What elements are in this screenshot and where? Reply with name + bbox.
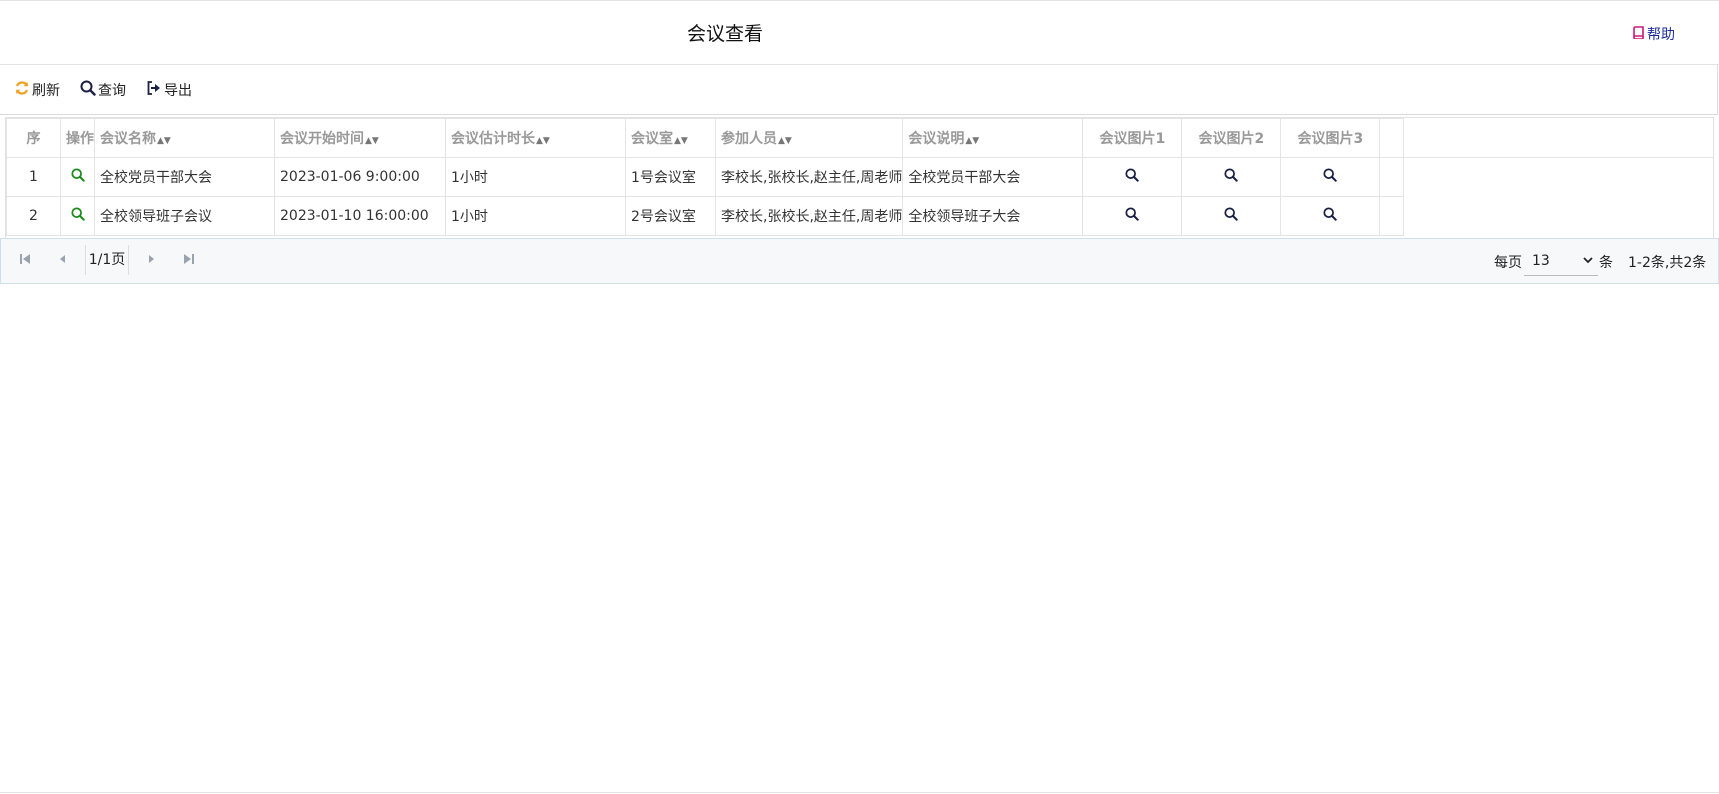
col-name[interactable]: 会议名称▲▼ bbox=[94, 118, 275, 158]
duration: 1小时 bbox=[445, 157, 626, 197]
last-page-button[interactable] bbox=[183, 252, 195, 269]
col-actions: 操作 bbox=[60, 118, 95, 158]
sort-icon[interactable]: ▲▼ bbox=[674, 136, 688, 146]
table-row: 1 全校党员干部大会 2023-01-06 9:00:00 1小时 1号会议室 … bbox=[6, 157, 1405, 197]
search-icon[interactable] bbox=[1323, 168, 1338, 182]
next-page-icon bbox=[149, 255, 154, 263]
col-start-time[interactable]: 会议开始时间▲▼ bbox=[274, 118, 446, 158]
sort-icon[interactable]: ▲▼ bbox=[965, 136, 979, 146]
page-header: 会议查看 帮助 bbox=[0, 1, 1719, 65]
col-image-1: 会议图片1 bbox=[1082, 118, 1183, 158]
per-page-unit: 条 bbox=[1599, 255, 1613, 271]
col-attendees[interactable]: 参加人员▲▼ bbox=[714, 118, 904, 158]
help-link[interactable]: 帮助 bbox=[1632, 24, 1675, 44]
export-icon bbox=[146, 80, 162, 100]
bottom-border bbox=[0, 792, 1719, 793]
duration: 1小时 bbox=[445, 196, 626, 236]
attendees: 李校长,张校长,赵主任,周老师 bbox=[714, 157, 904, 197]
search-icon[interactable] bbox=[1224, 207, 1239, 221]
pagination-bar: 1/1页 每页 13 条 1-2条,共2条 bbox=[0, 238, 1719, 284]
room: 1号会议室 bbox=[625, 157, 716, 197]
meeting-table: 序 操作 会议名称▲▼ 会议开始时间▲▼ 会议估计时长▲▼ 会议室▲▼ 参加人员… bbox=[6, 118, 1405, 236]
export-button[interactable]: 导出 bbox=[146, 80, 192, 100]
search-icon[interactable] bbox=[70, 168, 85, 182]
image-1-view[interactable] bbox=[1082, 157, 1183, 197]
meeting-name: 全校党员干部大会 bbox=[94, 157, 275, 197]
col-spacer bbox=[1379, 118, 1405, 158]
prev-page-button[interactable] bbox=[59, 252, 67, 269]
chevron-down-icon bbox=[1582, 247, 1594, 285]
refresh-label: 刷新 bbox=[32, 83, 60, 99]
page-title: 会议查看 bbox=[686, 23, 763, 45]
page-indicator: 1/1页 bbox=[85, 245, 129, 275]
attendees: 李校长,张校长,赵主任,周老师 bbox=[714, 196, 904, 236]
per-page-value: 13 bbox=[1532, 253, 1550, 269]
prev-page-icon bbox=[60, 255, 65, 263]
last-page-icon bbox=[184, 254, 194, 264]
image-3-view[interactable] bbox=[1280, 157, 1381, 197]
total-count: 1-2条,共2条 bbox=[1628, 255, 1707, 271]
view-button[interactable] bbox=[60, 196, 95, 236]
per-page-select[interactable]: 13 bbox=[1524, 247, 1598, 276]
sort-icon[interactable]: ▲▼ bbox=[536, 136, 550, 146]
meeting-name: 全校领导班子会议 bbox=[94, 196, 275, 236]
book-icon bbox=[1632, 25, 1644, 43]
query-button[interactable]: 查询 bbox=[80, 80, 126, 100]
toolbar: 刷新 查询 导出 bbox=[0, 64, 1718, 115]
grid-header-filler bbox=[1396, 118, 1713, 158]
search-icon[interactable] bbox=[1125, 168, 1140, 182]
sort-icon[interactable]: ▲▼ bbox=[778, 136, 792, 146]
next-page-button[interactable] bbox=[147, 252, 155, 269]
col-description[interactable]: 会议说明▲▼ bbox=[902, 118, 1084, 158]
sort-icon[interactable]: ▲▼ bbox=[157, 136, 171, 146]
first-page-button[interactable] bbox=[19, 252, 31, 269]
col-image-3: 会议图片3 bbox=[1280, 118, 1381, 158]
image-1-view[interactable] bbox=[1082, 196, 1183, 236]
start-time: 2023-01-06 9:00:00 bbox=[274, 157, 446, 197]
image-2-view[interactable] bbox=[1181, 196, 1282, 236]
search-icon[interactable] bbox=[1323, 207, 1338, 221]
col-room[interactable]: 会议室▲▼ bbox=[625, 118, 716, 158]
col-duration[interactable]: 会议估计时长▲▼ bbox=[445, 118, 626, 158]
row-spacer bbox=[1379, 157, 1405, 197]
search-icon[interactable] bbox=[70, 207, 85, 221]
row-index: 2 bbox=[6, 196, 61, 236]
query-label: 查询 bbox=[98, 83, 126, 99]
refresh-button[interactable]: 刷新 bbox=[14, 80, 60, 100]
first-page-icon bbox=[20, 254, 30, 264]
image-2-view[interactable] bbox=[1181, 157, 1282, 197]
row-spacer bbox=[1379, 196, 1405, 236]
description: 全校领导班子大会 bbox=[902, 196, 1084, 236]
refresh-icon bbox=[14, 80, 30, 100]
row-index: 1 bbox=[6, 157, 61, 197]
search-icon[interactable] bbox=[1125, 207, 1140, 221]
data-grid: 序 操作 会议名称▲▼ 会议开始时间▲▼ 会议估计时长▲▼ 会议室▲▼ 参加人员… bbox=[5, 117, 1714, 238]
image-3-view[interactable] bbox=[1280, 196, 1381, 236]
search-icon bbox=[80, 80, 96, 100]
search-icon[interactable] bbox=[1224, 168, 1239, 182]
col-image-2: 会议图片2 bbox=[1181, 118, 1282, 158]
table-row: 2 全校领导班子会议 2023-01-10 16:00:00 1小时 2号会议室… bbox=[6, 196, 1405, 236]
help-label: 帮助 bbox=[1647, 27, 1675, 43]
col-index: 序 bbox=[6, 118, 61, 158]
room: 2号会议室 bbox=[625, 196, 716, 236]
table-header-row: 序 操作 会议名称▲▼ 会议开始时间▲▼ 会议估计时长▲▼ 会议室▲▼ 参加人员… bbox=[6, 118, 1405, 158]
start-time: 2023-01-10 16:00:00 bbox=[274, 196, 446, 236]
per-page-label: 每页 bbox=[1494, 255, 1522, 271]
description: 全校党员干部大会 bbox=[902, 157, 1084, 197]
sort-icon[interactable]: ▲▼ bbox=[365, 136, 379, 146]
view-button[interactable] bbox=[60, 157, 95, 197]
export-label: 导出 bbox=[164, 83, 192, 99]
